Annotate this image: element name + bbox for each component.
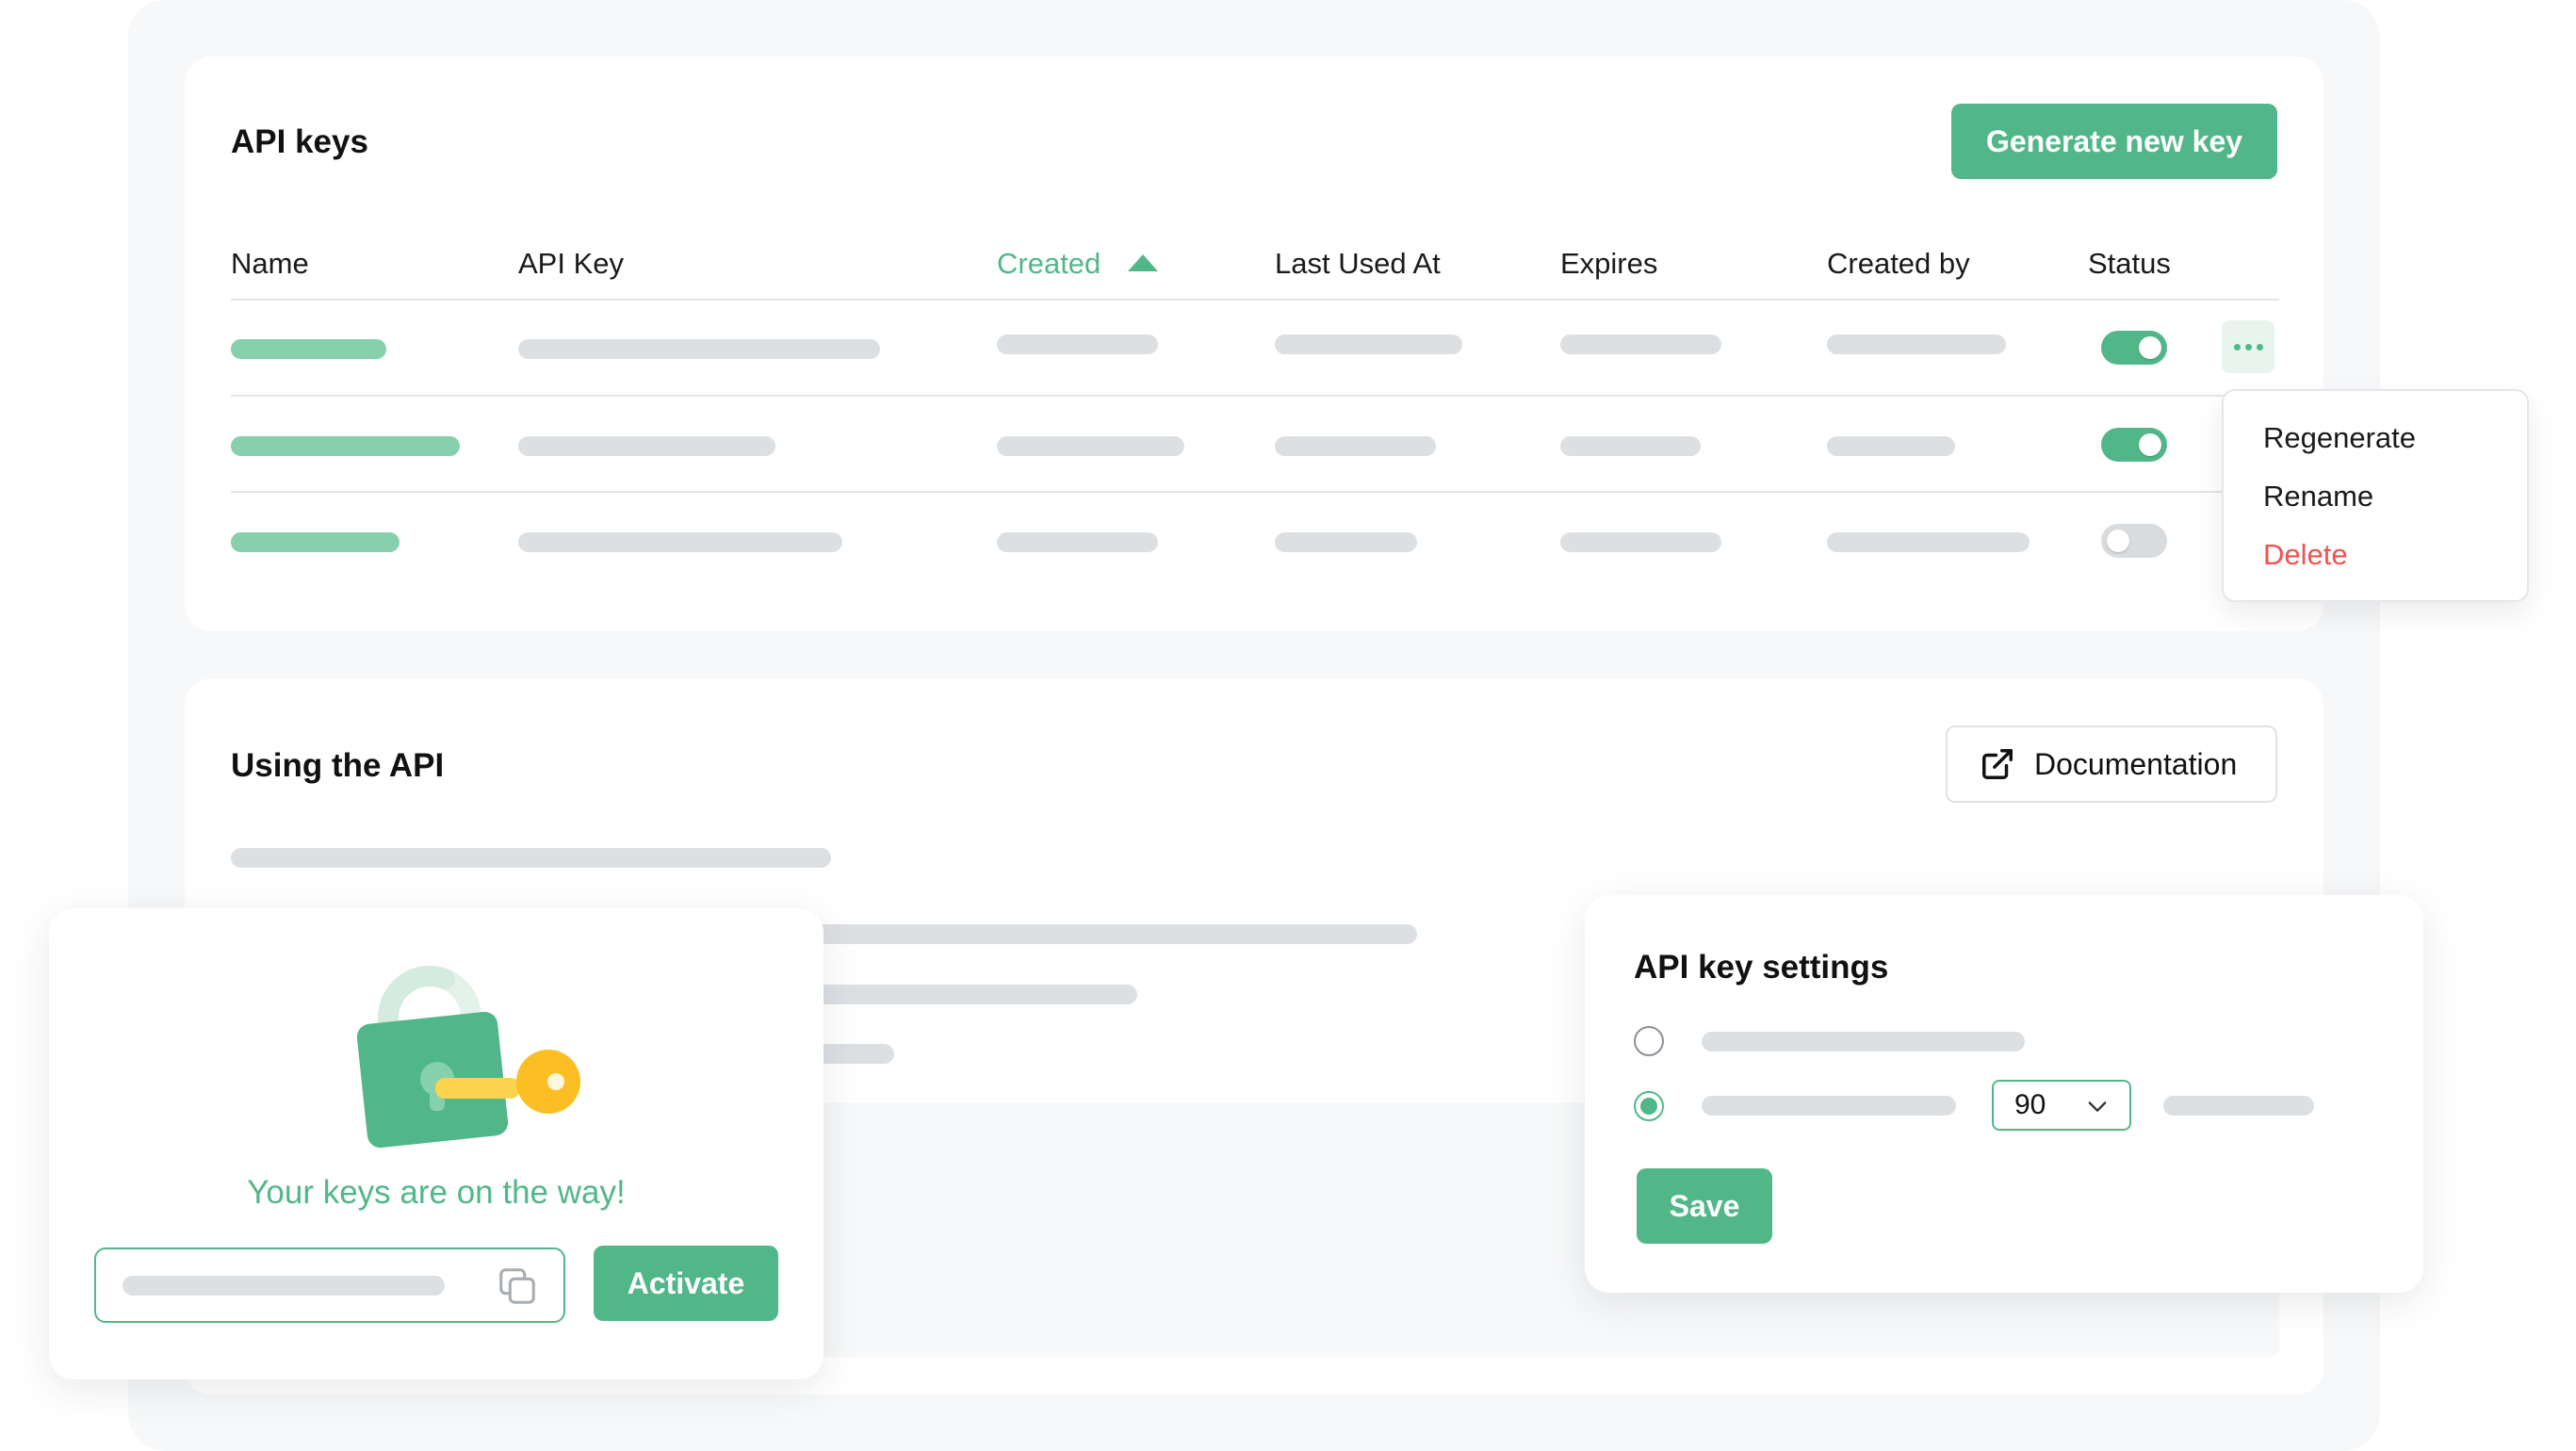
column-header-created[interactable]: Created (997, 247, 1101, 281)
column-header-name[interactable]: Name (231, 247, 309, 281)
text-placeholder (231, 848, 831, 868)
created-by-placeholder (1827, 532, 2030, 552)
option-label-placeholder (1702, 1032, 2025, 1052)
column-header-api-key[interactable]: API Key (518, 247, 624, 281)
chevron-down-icon (2088, 1101, 2107, 1112)
save-button[interactable]: Save (1637, 1168, 1772, 1244)
lock-key-illustration (356, 966, 580, 1149)
key-name-placeholder (231, 436, 460, 456)
expires-placeholder (1560, 532, 1721, 552)
column-header-last-used-at[interactable]: Last Used At (1275, 247, 1441, 281)
expires-placeholder (1560, 334, 1721, 354)
key-value-placeholder (122, 1276, 445, 1296)
expiry-option-radio[interactable] (1634, 1026, 1664, 1056)
menu-item-rename[interactable]: Rename (2263, 480, 2373, 514)
option-suffix-placeholder (2163, 1096, 2314, 1116)
last-used-placeholder (1275, 532, 1417, 552)
external-link-icon (1982, 749, 2013, 779)
menu-item-regenerate[interactable]: Regenerate (2263, 421, 2416, 455)
api-key-input[interactable] (94, 1247, 565, 1323)
activation-tagline: Your keys are on the way! (247, 1174, 626, 1211)
last-used-placeholder (1275, 334, 1462, 354)
generate-new-key-button[interactable]: Generate new key (1951, 104, 2277, 179)
expiry-days-select[interactable]: 90 (1992, 1080, 2131, 1131)
column-header-expires[interactable]: Expires (1560, 247, 1657, 281)
option-label-placeholder (1702, 1096, 1956, 1116)
column-header-status[interactable]: Status (2088, 247, 2171, 281)
sort-ascending-icon[interactable] (1128, 254, 1158, 271)
row-actions-menu: Regenerate Rename Delete (2222, 389, 2529, 602)
expiry-days-value: 90 (2014, 1089, 2046, 1120)
row-divider (231, 491, 2279, 493)
api-key-placeholder (518, 532, 842, 552)
api-key-placeholder (518, 339, 880, 359)
table-header-divider (231, 299, 2279, 301)
status-toggle[interactable] (2101, 331, 2167, 365)
using-api-title: Using the API (231, 747, 445, 784)
expiry-option-radio-selected[interactable] (1634, 1091, 1664, 1121)
documentation-label: Documentation (2034, 746, 2238, 781)
created-placeholder (997, 334, 1158, 354)
key-name-placeholder (231, 532, 399, 552)
activate-button[interactable]: Activate (594, 1246, 778, 1321)
last-used-placeholder (1275, 436, 1436, 456)
row-actions-more-icon[interactable] (2222, 320, 2274, 373)
documentation-button[interactable]: Documentation (1946, 726, 2277, 803)
created-by-placeholder (1827, 436, 1955, 456)
expires-placeholder (1560, 436, 1701, 456)
created-placeholder (997, 436, 1184, 456)
created-placeholder (997, 532, 1158, 552)
key-name-placeholder (231, 339, 386, 359)
created-by-placeholder (1827, 334, 2006, 354)
status-toggle[interactable] (2101, 524, 2167, 558)
status-toggle[interactable] (2101, 428, 2167, 462)
menu-item-delete[interactable]: Delete (2263, 538, 2348, 572)
column-header-created-by[interactable]: Created by (1827, 247, 1970, 281)
api-key-placeholder (518, 436, 775, 456)
api-keys-title: API keys (231, 123, 368, 160)
copy-icon[interactable] (496, 1264, 539, 1308)
settings-title: API key settings (1634, 949, 1889, 986)
row-divider (231, 395, 2279, 397)
